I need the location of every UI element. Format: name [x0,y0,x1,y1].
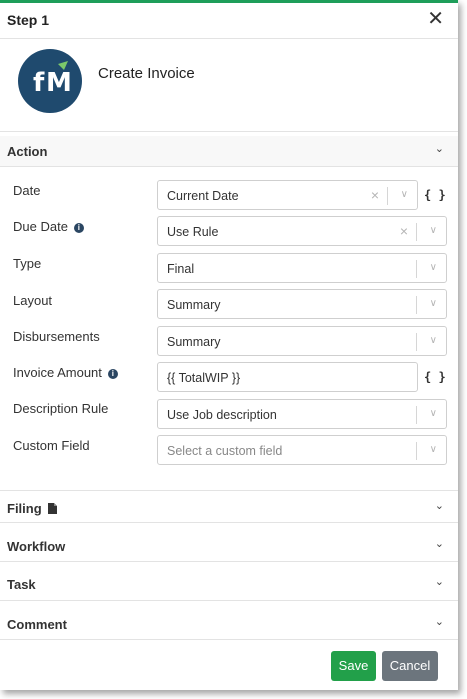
due-date-label-text: Due Date [13,219,68,234]
select-separator [416,223,417,241]
section-comment-header[interactable]: Comment ⌄ [0,609,458,639]
section-workflow-label: Workflow [7,539,66,554]
section-filing-label-text: Filing [7,501,42,516]
custom-field-label: Custom Field [13,438,90,453]
section-filing-header[interactable]: Filing ⌄ [0,493,458,523]
type-value: Final [167,262,195,276]
chevron-down-icon: ⌄ [434,500,444,512]
type-label: Type [13,256,42,271]
divider [0,639,458,640]
save-button[interactable]: Save [331,651,376,681]
dialog-header: Step 1 ✕ [0,3,458,39]
divider [0,131,458,132]
section-task-header[interactable]: Task ⌄ [0,569,458,599]
section-comment-label: Comment [7,617,67,632]
disbursements-value: Summary [167,335,221,349]
section-filing-label: Filing [7,501,58,516]
divider [0,166,458,167]
chevron-down-icon[interactable]: ∨ [430,408,437,419]
section-workflow-header[interactable]: Workflow ⌄ [0,531,458,561]
clear-icon[interactable]: × [371,187,379,203]
info-icon[interactable]: i [73,223,84,233]
app-title: Create Invoice [98,65,195,82]
divider [0,561,458,562]
date-value: Current Date [167,189,239,203]
divider [0,522,458,523]
description-rule-value: Use Job description [167,408,277,422]
cancel-button[interactable]: Cancel [382,651,438,681]
expression-braces-icon[interactable]: { } [424,370,446,384]
document-icon [48,503,58,514]
select-separator [387,187,388,205]
svg-text:M: M [46,68,72,98]
chevron-down-icon[interactable]: ∨ [430,262,437,273]
chevron-down-icon[interactable]: ∨ [430,335,437,346]
type-select[interactable]: Final ∨ [157,253,447,283]
step-dialog: Step 1 ✕ f M Create Invoice Action ⌄ Dat… [0,0,458,690]
description-rule-label: Description Rule [13,401,109,416]
info-icon[interactable]: i [107,369,118,379]
chevron-down-icon: ⌄ [434,538,444,550]
layout-select[interactable]: Summary ∨ [157,289,447,319]
disbursements-label: Disbursements [13,329,100,344]
layout-label: Layout [13,293,53,308]
select-separator [416,260,417,278]
divider [0,490,458,491]
due-date-label: Due Date i [13,219,84,234]
divider [0,600,458,601]
select-separator [416,406,417,424]
date-select[interactable]: Current Date × ∨ [157,180,418,210]
invoice-amount-label-text: Invoice Amount [13,365,102,380]
invoice-amount-label: Invoice Amount i [13,365,118,380]
close-icon[interactable]: ✕ [427,8,444,30]
date-label: Date [13,183,41,198]
expression-braces-icon[interactable]: { } [424,188,446,202]
select-separator [416,333,417,351]
select-separator [416,296,417,314]
dialog-title: Step 1 [7,12,50,28]
custom-field-select[interactable]: Select a custom field ∨ [157,435,447,465]
select-separator [416,442,417,460]
custom-field-placeholder: Select a custom field [167,444,283,458]
chevron-down-icon: ⌄ [434,576,444,588]
app-logo: f M [18,49,82,113]
disbursements-select[interactable]: Summary ∨ [157,326,447,356]
clear-icon[interactable]: × [400,223,408,239]
chevron-down-icon[interactable]: ∨ [430,298,437,309]
layout-value: Summary [167,298,221,312]
section-task-label: Task [7,577,36,592]
chevron-down-icon[interactable]: ∨ [430,225,437,236]
chevron-down-icon[interactable]: ∨ [401,189,408,200]
chevron-down-icon: ⌄ [434,616,444,628]
fym-logo-icon: f M [33,61,72,98]
svg-text:f: f [33,68,45,98]
due-date-value: Use Rule [167,225,219,239]
chevron-down-icon: ⌄ [434,143,444,155]
section-action-header[interactable]: Action ⌄ [0,136,458,166]
invoice-amount-value: {{ TotalWIP }} [167,371,241,385]
section-action-label: Action [7,144,48,159]
description-rule-select[interactable]: Use Job description ∨ [157,399,447,429]
due-date-select[interactable]: Use Rule × ∨ [157,216,447,246]
invoice-amount-input[interactable]: {{ TotalWIP }} [157,362,418,392]
chevron-down-icon[interactable]: ∨ [430,444,437,455]
